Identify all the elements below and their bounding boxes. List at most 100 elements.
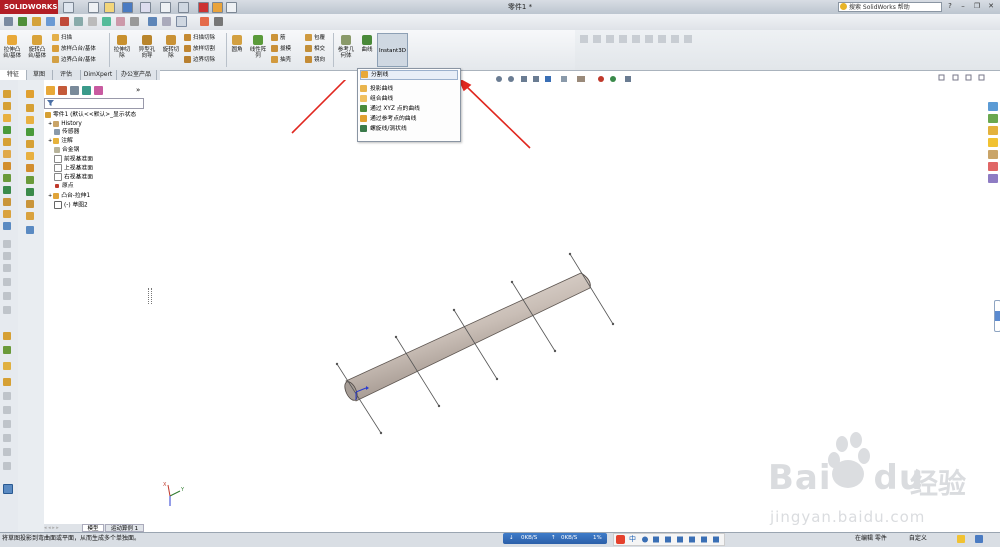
surface-icon[interactable]	[46, 17, 55, 26]
tab-dimxpert[interactable]: DimXpert	[80, 70, 117, 80]
boundary-boss-button[interactable]: 边界凸台/基体	[52, 56, 96, 64]
tree-item[interactable]: 原点	[54, 182, 74, 190]
tree-item[interactable]: 上视基准面	[54, 164, 93, 173]
menu-item-ref-point-curve[interactable]: 通过参考点的曲线	[360, 115, 456, 123]
close-icon[interactable]: ✕	[986, 2, 996, 11]
side-tool-icon[interactable]	[26, 140, 34, 148]
file-properties-icon[interactable]	[212, 2, 223, 13]
weldment-icon[interactable]	[130, 17, 139, 26]
ime-mode[interactable]: 中	[629, 534, 636, 545]
vertical-scroll-handle[interactable]	[994, 300, 1000, 332]
left-tool-icon[interactable]	[3, 150, 11, 158]
curves-button[interactable]: 曲线	[358, 35, 376, 53]
print-icon[interactable]	[140, 2, 151, 13]
mirror-button[interactable]: 镜向	[305, 56, 325, 64]
bottom-tab-scroll[interactable]: ◂ ◂ ▸ ▸	[44, 524, 80, 532]
smart-dimension-icon[interactable]	[60, 17, 69, 26]
tree-item[interactable]: + History	[48, 120, 82, 128]
design-library-icon[interactable]	[988, 114, 998, 123]
file-explorer-icon[interactable]	[988, 126, 998, 135]
ime-tool-icons[interactable]	[640, 534, 720, 545]
rebuild-icon[interactable]	[198, 2, 209, 13]
propertymanager-tab-icon[interactable]	[58, 86, 67, 95]
display-tab-icon[interactable]	[94, 86, 103, 95]
new-document-icon[interactable]	[88, 2, 99, 13]
menu-item-split-line[interactable]: 分割线	[360, 70, 458, 80]
expand-pane-icon[interactable]: »	[136, 86, 140, 94]
zoom-fit-icon[interactable]	[148, 17, 157, 26]
side-tool-icon[interactable]	[26, 116, 34, 124]
left-tool-icon[interactable]	[3, 362, 11, 370]
extrude-cut-button[interactable]: 拉伸切 除	[111, 35, 133, 59]
resources-icon[interactable]	[988, 102, 998, 111]
tree-item[interactable]: 传感器	[54, 128, 79, 136]
cylinder-part[interactable]	[342, 272, 591, 402]
tree-item[interactable]: 前视基准面	[54, 155, 93, 164]
help-search-input[interactable]: 搜索 SolidWorks 帮助	[838, 2, 942, 12]
tree-filter-input[interactable]	[44, 98, 144, 109]
left-tool-icon[interactable]	[3, 210, 11, 218]
intersect-button[interactable]: 相交	[305, 45, 325, 53]
left-tool-icon[interactable]	[3, 222, 11, 230]
select-icon[interactable]	[178, 2, 189, 13]
left-tool-icon[interactable]	[3, 138, 11, 146]
appearance-icon[interactable]	[200, 17, 209, 26]
side-tool-icon[interactable]	[26, 200, 34, 208]
left-tool-icon[interactable]	[3, 484, 13, 494]
tab-model[interactable]: 模型	[82, 524, 104, 532]
side-tool-icon[interactable]	[26, 212, 34, 220]
left-tool-icon[interactable]	[3, 332, 11, 340]
side-tool-icon[interactable]	[26, 188, 34, 196]
viewport-window-controls[interactable]	[938, 74, 986, 82]
search-icon[interactable]	[988, 138, 998, 147]
tree-item[interactable]: 右视基准面	[54, 173, 93, 182]
configuration-tab-icon[interactable]	[70, 86, 79, 95]
rebuild-status-icon[interactable]	[957, 535, 965, 543]
left-tool-icon[interactable]	[3, 378, 11, 386]
heads-up-icons[interactable]	[495, 73, 655, 85]
wrap-button[interactable]: 包覆	[305, 34, 325, 42]
left-tool-icon[interactable]	[3, 102, 11, 110]
menu-item-projected-curve[interactable]: 投影曲线	[360, 85, 456, 93]
sweep-cut-button[interactable]: 扫描切除	[184, 34, 215, 42]
reference-icon[interactable]	[102, 17, 111, 26]
side-tool-icon[interactable]	[26, 152, 34, 160]
appearances-icon[interactable]	[988, 162, 998, 171]
left-tool-icon[interactable]	[3, 174, 11, 182]
left-tool-icon[interactable]	[3, 162, 11, 170]
save-icon[interactable]	[122, 2, 133, 13]
quick-new-icon[interactable]	[63, 2, 74, 13]
instant3d-button[interactable]: Instant3D	[377, 33, 408, 67]
help-icon[interactable]: ?	[945, 2, 955, 11]
minimize-icon[interactable]: –	[958, 2, 968, 11]
annotation-icon[interactable]	[88, 17, 97, 26]
linear-pattern-button[interactable]: 线性阵 列	[247, 35, 269, 59]
side-tool-icon[interactable]	[26, 128, 34, 136]
help-status-icon[interactable]	[975, 535, 983, 543]
left-tool-icon[interactable]	[3, 90, 11, 98]
view-palette-icon[interactable]	[988, 150, 998, 159]
feature-icon[interactable]	[32, 17, 41, 26]
zoom-area-icon[interactable]	[162, 17, 171, 26]
network-speed-widget[interactable]: ↓ 0KB/S ↑ 0KB/S 1%	[503, 533, 607, 544]
restore-icon[interactable]: ❐	[972, 2, 982, 11]
rib-button[interactable]: 筋	[271, 34, 286, 42]
fillet-button[interactable]: 圆角	[228, 35, 246, 53]
sweep-button[interactable]: 扫描	[52, 34, 72, 42]
mold-icon[interactable]	[116, 17, 125, 26]
solidworks-logo[interactable]: SOLIDWORKS	[0, 0, 58, 14]
side-tool-icon[interactable]	[26, 176, 34, 184]
sogou-ime-icon[interactable]	[616, 535, 625, 544]
loft-cut-button[interactable]: 放样切割	[184, 45, 215, 53]
tab-office[interactable]: 办公室产品	[116, 70, 157, 80]
unit-system[interactable]: 自定义	[909, 535, 927, 542]
view-icon[interactable]	[4, 17, 13, 26]
menu-item-composite-curve[interactable]: 组合曲线	[360, 95, 456, 103]
side-tool-icon[interactable]	[26, 226, 34, 234]
featuremanager-tab-icon[interactable]	[46, 86, 55, 95]
tree-root[interactable]: 零件1 (默认<<默认>_显示状态	[45, 111, 136, 119]
left-tool-icon[interactable]	[3, 346, 11, 354]
side-tool-icon[interactable]	[26, 104, 34, 112]
revolve-boss-button[interactable]: 旋转凸 台/基体	[25, 35, 49, 59]
tree-item[interactable]: + 注解	[48, 137, 73, 145]
